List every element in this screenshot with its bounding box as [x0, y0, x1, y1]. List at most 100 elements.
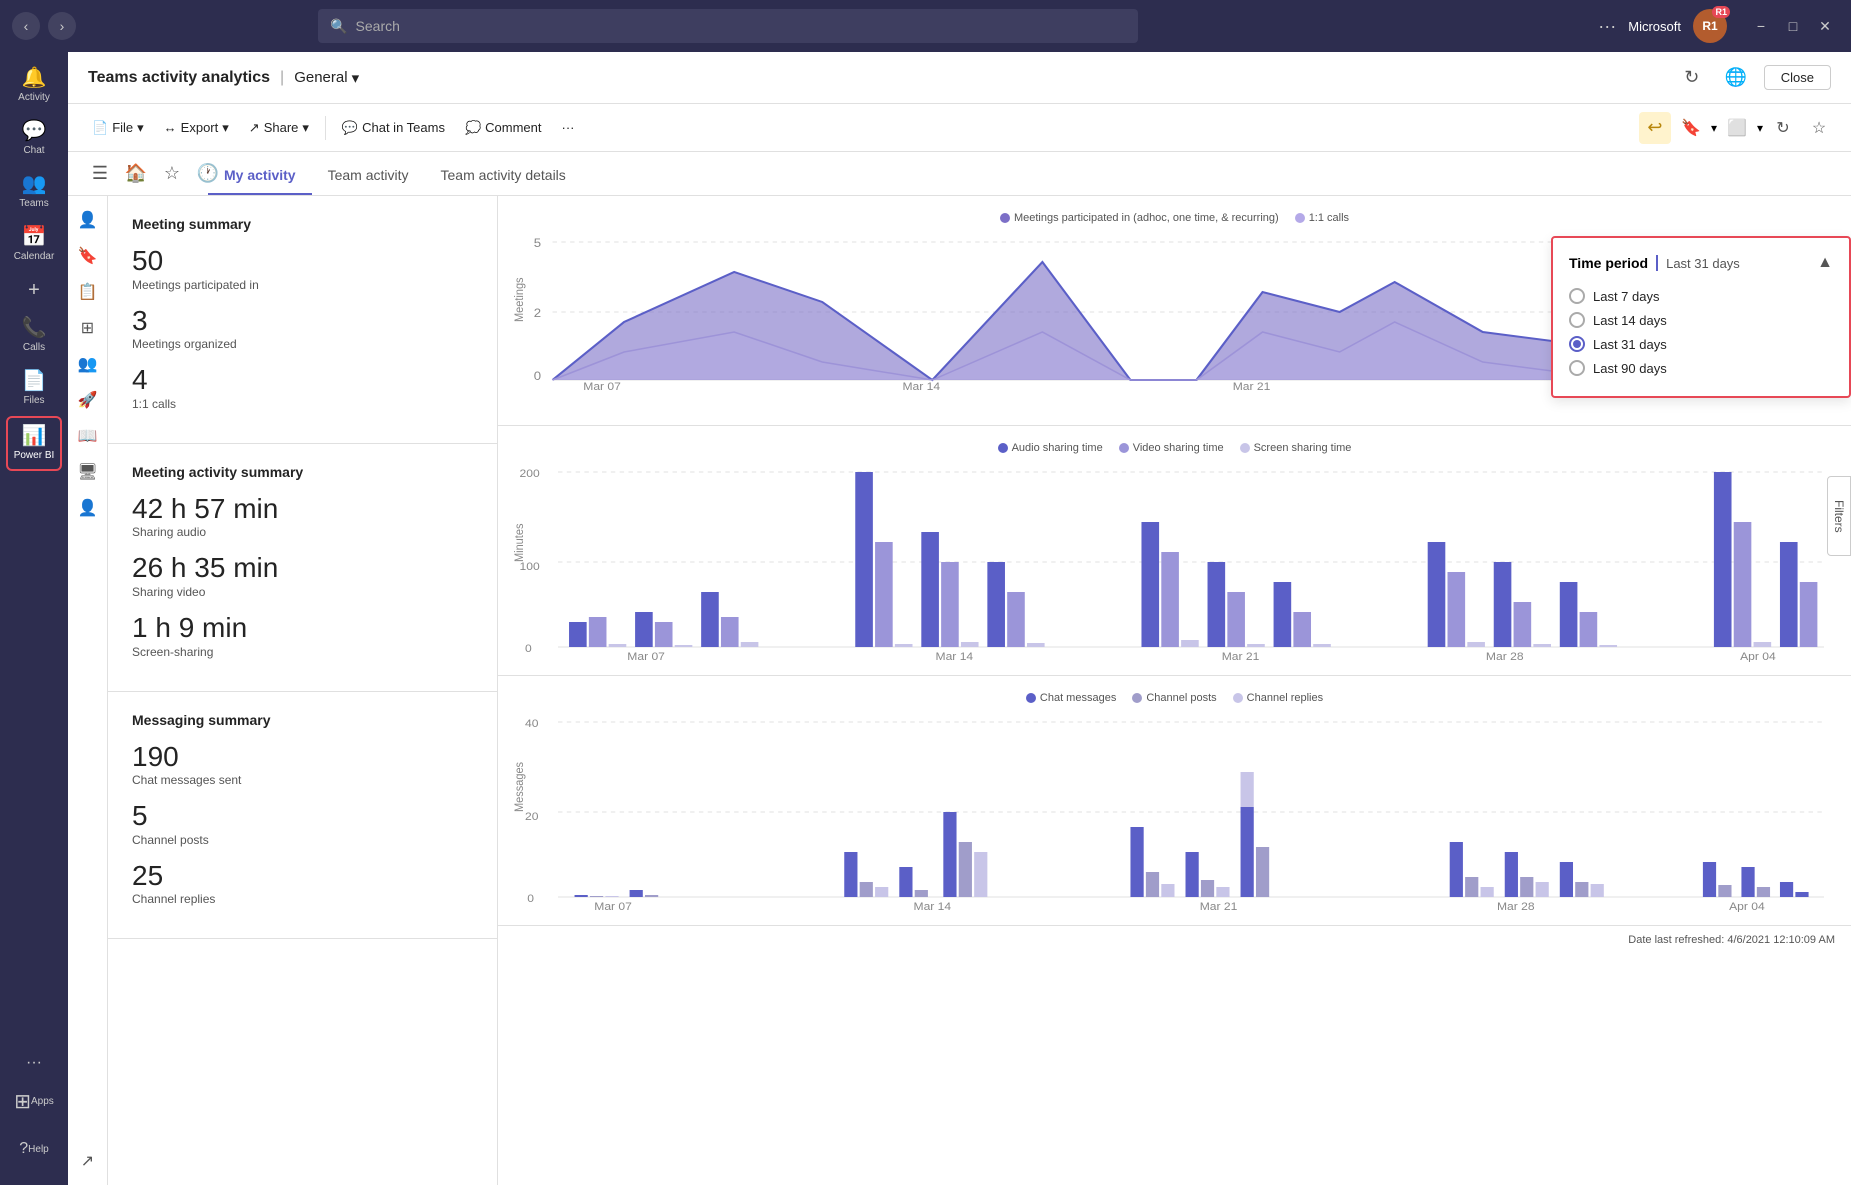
legend-audio-label: Audio sharing time	[1012, 442, 1103, 454]
sidebar-item-apps[interactable]: ⊞ Apps	[14, 1081, 54, 1121]
bar	[1481, 887, 1494, 897]
avatar[interactable]: R1 R1	[1693, 9, 1727, 43]
bar	[1181, 640, 1199, 647]
panel-arrow-icon[interactable]: ↗	[72, 1145, 104, 1177]
tab-team-activity[interactable]: Team activity	[312, 159, 425, 195]
home-button[interactable]: 🏠	[120, 158, 152, 190]
sidebar-item-help[interactable]: ? Help	[14, 1129, 54, 1169]
file-button[interactable]: 📄 File ▾	[84, 116, 152, 140]
panel-clipboard-icon[interactable]: 📋	[72, 276, 104, 308]
panel-person-icon[interactable]: 👤	[72, 204, 104, 236]
calls-label: 1:1 calls	[132, 397, 473, 411]
audio-label: Sharing audio	[132, 525, 473, 539]
chat-count: 190	[132, 740, 473, 774]
bar	[741, 642, 759, 647]
help-icon: ?	[19, 1140, 28, 1158]
refresh-button[interactable]: ↻	[1676, 62, 1708, 94]
bar	[1007, 592, 1025, 647]
panel-bookmark-icon[interactable]: 🔖	[72, 240, 104, 272]
star-button[interactable]: ☆	[1803, 112, 1835, 144]
refresh-toolbar-button[interactable]: ↻	[1767, 112, 1799, 144]
panel-rocket-icon[interactable]: 🚀	[72, 384, 104, 416]
star-nav-button[interactable]: ☆	[156, 158, 188, 190]
panel-person2-icon[interactable]: 👥	[72, 348, 104, 380]
bookmark-button[interactable]: 🔖	[1675, 112, 1707, 144]
more-options-button[interactable]: ···	[1598, 16, 1616, 37]
messaging-summary-title: Messaging summary	[132, 712, 473, 728]
export-icon: ↔	[164, 120, 177, 135]
bar	[961, 642, 979, 647]
svg-text:5: 5	[534, 237, 541, 250]
sidebar-item-more[interactable]: ···	[6, 1047, 62, 1079]
bar	[1201, 880, 1214, 897]
chat-in-teams-button[interactable]: 💬 Chat in Teams	[334, 116, 453, 140]
file-label: File	[112, 120, 133, 135]
svg-text:Mar 28: Mar 28	[1497, 901, 1535, 912]
sidebar-item-files[interactable]: 📄 Files	[6, 363, 62, 414]
close-button[interactable]: Close	[1764, 65, 1831, 90]
bar	[915, 890, 928, 897]
meetings-label: Meetings participated in	[132, 278, 473, 292]
clock-button[interactable]: 🕐	[192, 158, 224, 190]
sidebar-item-teams[interactable]: 👥 Teams	[6, 166, 62, 217]
minimize-button[interactable]: −	[1747, 12, 1775, 40]
search-bar[interactable]: 🔍 Search	[318, 9, 1138, 43]
share-button[interactable]: ↗ Share ▾	[241, 116, 317, 140]
view-button[interactable]: ⬜	[1721, 112, 1753, 144]
back-button[interactable]: ‹	[12, 12, 40, 40]
bar	[1741, 867, 1754, 897]
legend-posts-dot	[1132, 693, 1142, 703]
hamburger-button[interactable]: ☰	[84, 158, 116, 190]
sidebar-label-activity: Activity	[18, 92, 50, 103]
legend-meetings-label: Meetings participated in (adhoc, one tim…	[1014, 212, 1279, 224]
filter-collapse-button[interactable]: ▲	[1817, 254, 1833, 272]
filter-option-90days[interactable]: Last 90 days	[1569, 356, 1833, 380]
forward-button[interactable]: ›	[48, 12, 76, 40]
content-area: Teams activity analytics | General ▾ ↻ 🌐…	[68, 52, 1851, 1185]
bar	[1256, 847, 1269, 897]
toolbar-more-button[interactable]: ···	[554, 116, 583, 139]
sidebar: 🔔 Activity 💬 Chat 👥 Teams 📅 Calendar + 📞…	[0, 52, 68, 1185]
sidebar-item-chat[interactable]: 💬 Chat	[6, 113, 62, 164]
legend-video: Video sharing time	[1119, 442, 1224, 454]
replies-count: 25	[132, 859, 473, 893]
sidebar-item-calendar[interactable]: 📅 Calendar	[6, 219, 62, 270]
bar	[875, 887, 888, 897]
sidebar-item-powerbi[interactable]: 📊 Power BI	[6, 416, 62, 471]
filter-panel: Time period Last 31 days ▲ Last 7 days L…	[1551, 236, 1851, 398]
filter-separator	[1656, 255, 1658, 271]
export-button[interactable]: ↔ Export ▾	[156, 116, 237, 140]
panel-user-circle-icon[interactable]: 👤	[72, 492, 104, 524]
svg-text:Mar 14: Mar 14	[902, 381, 940, 392]
sidebar-item-calls[interactable]: 📞 Calls	[6, 310, 62, 361]
filters-tab-button[interactable]: Filters	[1827, 476, 1851, 556]
tab-team-activity-details[interactable]: Team activity details	[425, 159, 582, 195]
microsoft-label: Microsoft	[1628, 19, 1681, 34]
chat-teams-icon: 💬	[342, 120, 358, 136]
svg-text:20: 20	[525, 811, 538, 822]
calls-count: 4	[132, 363, 473, 397]
chevron-down-icon: ▾	[352, 69, 360, 87]
svg-text:0: 0	[534, 370, 541, 383]
panel-book-icon[interactable]: 📖	[72, 420, 104, 452]
screen-time: 1 h 9 min	[132, 611, 473, 645]
filter-option-31days[interactable]: Last 31 days	[1569, 332, 1833, 356]
undo-button[interactable]: ↩	[1639, 112, 1671, 144]
maximize-button[interactable]: □	[1779, 12, 1807, 40]
bar	[974, 852, 987, 897]
comment-button[interactable]: 💭 Comment	[457, 116, 550, 140]
panel-monitor-icon[interactable]: 🖥	[72, 456, 104, 488]
globe-icon[interactable]: 🌐	[1720, 62, 1752, 94]
close-window-button[interactable]: ✕	[1811, 12, 1839, 40]
app-header-right: ↻ 🌐 Close	[1676, 62, 1831, 94]
filter-option-7days[interactable]: Last 7 days	[1569, 284, 1833, 308]
sidebar-item-activity[interactable]: 🔔 Activity	[6, 60, 62, 111]
sidebar-item-add[interactable]: +	[6, 272, 62, 308]
svg-text:Mar 21: Mar 21	[1222, 651, 1260, 662]
bar	[899, 867, 912, 897]
bar	[1505, 852, 1518, 897]
filter-option-14days[interactable]: Last 14 days	[1569, 308, 1833, 332]
panel-layout-icon[interactable]: ⊞	[72, 312, 104, 344]
subtitle-dropdown[interactable]: General ▾	[294, 69, 359, 87]
meetings-count: 50	[132, 244, 473, 278]
